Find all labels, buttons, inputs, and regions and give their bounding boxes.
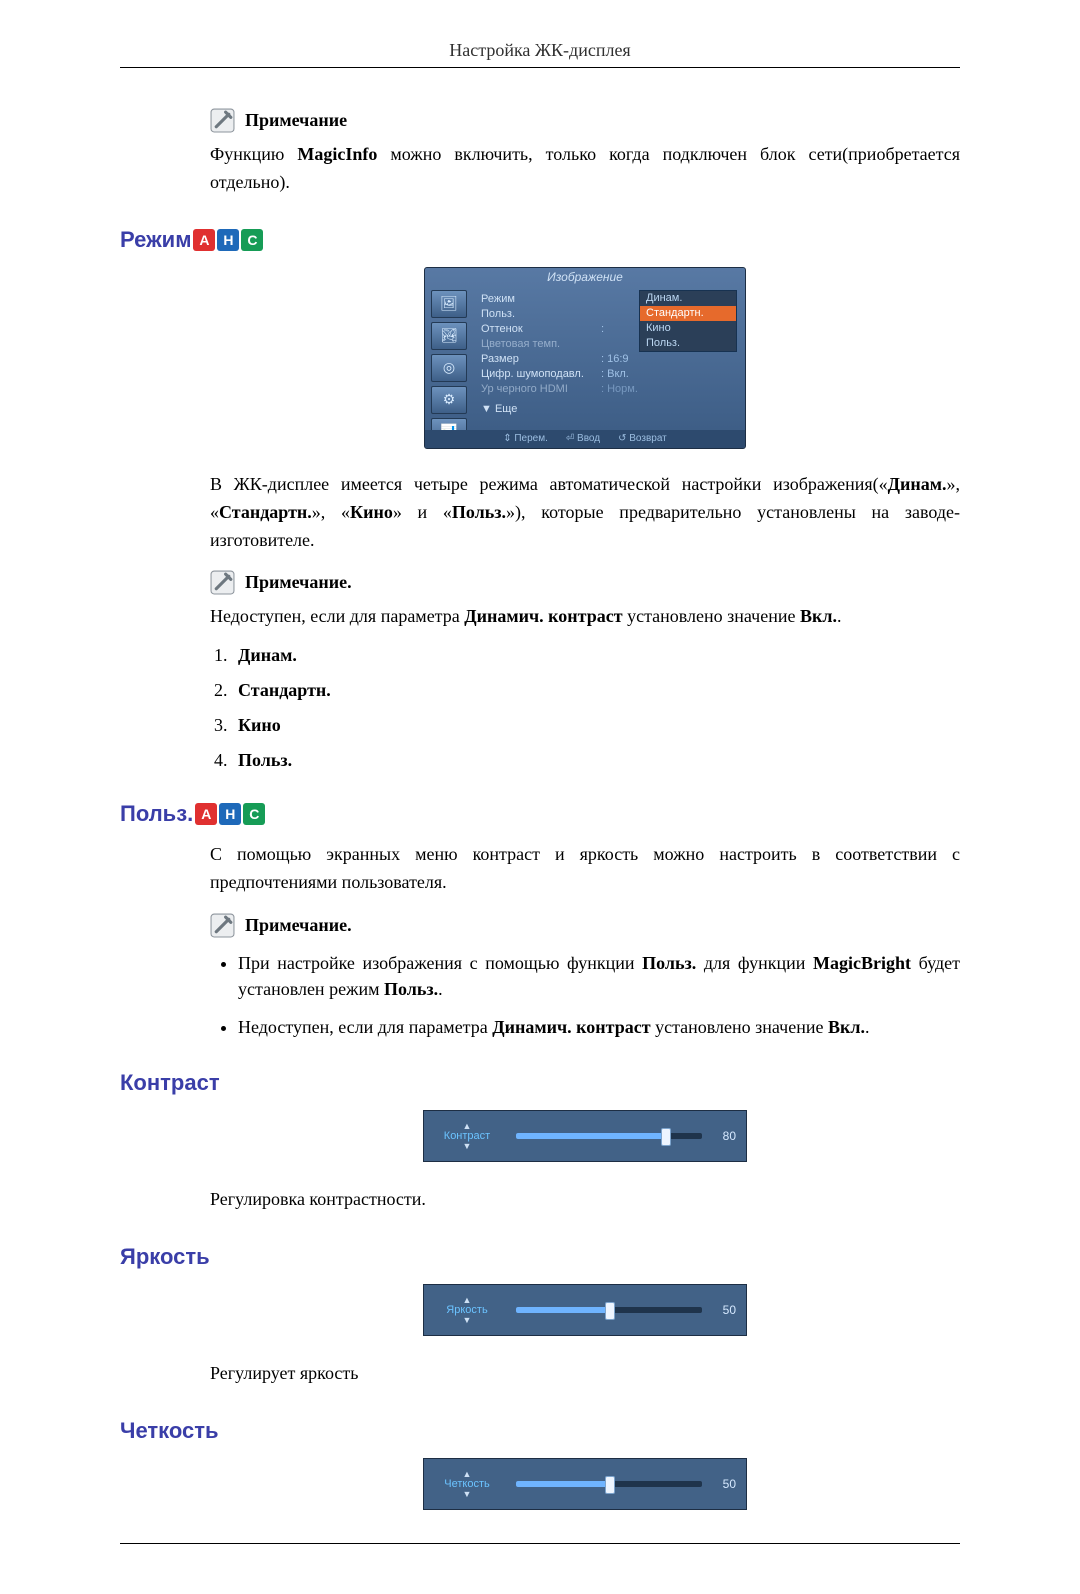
osd-option-list: Динам. Стандартн. Кино Польз. — [639, 290, 737, 352]
osd-left-icons: 🖼 🏞 ◎ ⚙ 📊 — [431, 290, 469, 446]
note-label: Примечание. — [245, 915, 352, 936]
brightness-slider-screenshot: ▲ Яркость ▼ 50 — [423, 1284, 747, 1336]
osd-more: ▼ Еще — [481, 403, 737, 415]
contrast-content: ▲ Контраст ▼ 80 Регулировка контрастност… — [210, 1110, 960, 1214]
intro-block: Примечание Функцию MagicInfo можно включ… — [210, 108, 960, 197]
osd-option-selected: Стандартн. — [640, 306, 736, 321]
list-item: Стандартн. — [232, 680, 960, 701]
note-icon — [210, 570, 235, 595]
osd-row: Ур черного HDMI: Норм. — [481, 382, 737, 397]
osd-foot-back: ↺ Возврат — [618, 433, 667, 444]
note-icon — [210, 108, 235, 133]
mode-list: Динам. Стандартн. Кино Польз. — [210, 645, 960, 771]
tag-a-icon: A — [195, 803, 217, 825]
list-item: При настройке изображения с помощью функ… — [238, 950, 960, 1002]
chevron-up-icon: ▲ — [463, 1122, 472, 1130]
user-content: С помощью экранных меню контраст и яркос… — [210, 841, 960, 1040]
brightness-content: ▲ Яркость ▼ 50 Регулирует яркость — [210, 1284, 960, 1388]
chevron-down-icon: ▼ — [463, 1142, 472, 1150]
note-heading: Примечание — [210, 108, 960, 133]
section-user-heading: Польз. A H C — [120, 801, 960, 827]
osd-option: Кино — [640, 321, 736, 336]
slider-track — [516, 1133, 702, 1139]
osd-footer: ⇕ Перем. ⏎ Ввод ↺ Возврат — [425, 430, 745, 448]
sharpness-slider-screenshot: ▲ Четкость ▼ 50 — [423, 1458, 747, 1510]
tag-a-icon: A — [193, 229, 215, 251]
osd-option: Польз. — [640, 336, 736, 351]
slider-value: 80 — [723, 1129, 736, 1143]
osd-row: Цифр. шумоподавл.: Вкл. — [481, 367, 737, 382]
osd-foot-enter: ⏎ Ввод — [566, 433, 600, 444]
osd-option: Динам. — [640, 291, 736, 306]
note-label: Примечание. — [245, 572, 352, 593]
tag-c-icon: C — [243, 803, 265, 825]
tag-c-icon: C — [241, 229, 263, 251]
osd-foot-move: ⇕ Перем. — [503, 433, 548, 444]
note-heading: Примечание. — [210, 913, 960, 938]
osd-picture-icon: 🖼 — [431, 290, 467, 318]
osd-gear-icon: ⚙ — [431, 386, 467, 414]
osd-menu-screenshot: Изображение 🖼 🏞 ◎ ⚙ 📊 Режим Польз. Оттен… — [424, 267, 746, 449]
list-item: Польз. — [232, 750, 960, 771]
chevron-up-icon: ▲ — [463, 1470, 472, 1478]
brightness-body: Регулирует яркость — [210, 1360, 960, 1388]
list-item: Недоступен, если для параметра Динамич. … — [238, 1014, 960, 1040]
mode-content: Изображение 🖼 🏞 ◎ ⚙ 📊 Режим Польз. Оттен… — [210, 267, 960, 772]
slider-value: 50 — [723, 1303, 736, 1317]
intro-note-text: Функцию MagicInfo можно включить, только… — [210, 141, 960, 197]
slider-value: 50 — [723, 1477, 736, 1491]
chevron-down-icon: ▼ — [463, 1316, 472, 1324]
contrast-body: Регулировка контрастности. — [210, 1186, 960, 1214]
section-brightness-title: Яркость — [120, 1244, 210, 1270]
page-title: Настройка ЖК-дисплея — [120, 40, 960, 68]
section-contrast-title: Контраст — [120, 1070, 220, 1096]
note-icon — [210, 913, 235, 938]
section-sharpness-title: Четкость — [120, 1418, 219, 1444]
list-item: Кино — [232, 715, 960, 736]
osd-photo-icon: 🏞 — [431, 322, 467, 350]
slider-track — [516, 1307, 702, 1313]
mode-body: В ЖК-дисплее имеется четыре режима автом… — [210, 471, 960, 555]
page: Настройка ЖК-дисплея Примечание Функцию … — [0, 0, 1080, 1594]
chevron-up-icon: ▲ — [463, 1296, 472, 1304]
chevron-down-icon: ▼ — [463, 1490, 472, 1498]
osd-target-icon: ◎ — [431, 354, 467, 382]
list-item: Динам. — [232, 645, 960, 666]
section-sharpness-heading: Четкость — [120, 1418, 960, 1444]
osd-row: Размер: 16:9 — [481, 352, 737, 367]
section-contrast-heading: Контраст — [120, 1070, 960, 1096]
contrast-slider-screenshot: ▲ Контраст ▼ 80 — [423, 1110, 747, 1162]
user-bullets: При настройке изображения с помощью функ… — [210, 950, 960, 1040]
sharpness-content: ▲ Четкость ▼ 50 — [210, 1458, 960, 1510]
section-brightness-heading: Яркость — [120, 1244, 960, 1270]
page-footer-rule — [120, 1543, 960, 1544]
section-mode-heading: Режим A H C — [120, 227, 960, 253]
user-body: С помощью экранных меню контраст и яркос… — [210, 841, 960, 897]
note-label: Примечание — [245, 110, 347, 131]
tag-h-icon: H — [219, 803, 241, 825]
section-mode-title: Режим — [120, 227, 191, 253]
section-user-title: Польз. — [120, 801, 193, 827]
tag-h-icon: H — [217, 229, 239, 251]
note-heading: Примечание. — [210, 570, 960, 595]
mode-note: Недоступен, если для параметра Динамич. … — [210, 603, 960, 631]
osd-title: Изображение — [425, 270, 745, 284]
slider-track — [516, 1481, 702, 1487]
